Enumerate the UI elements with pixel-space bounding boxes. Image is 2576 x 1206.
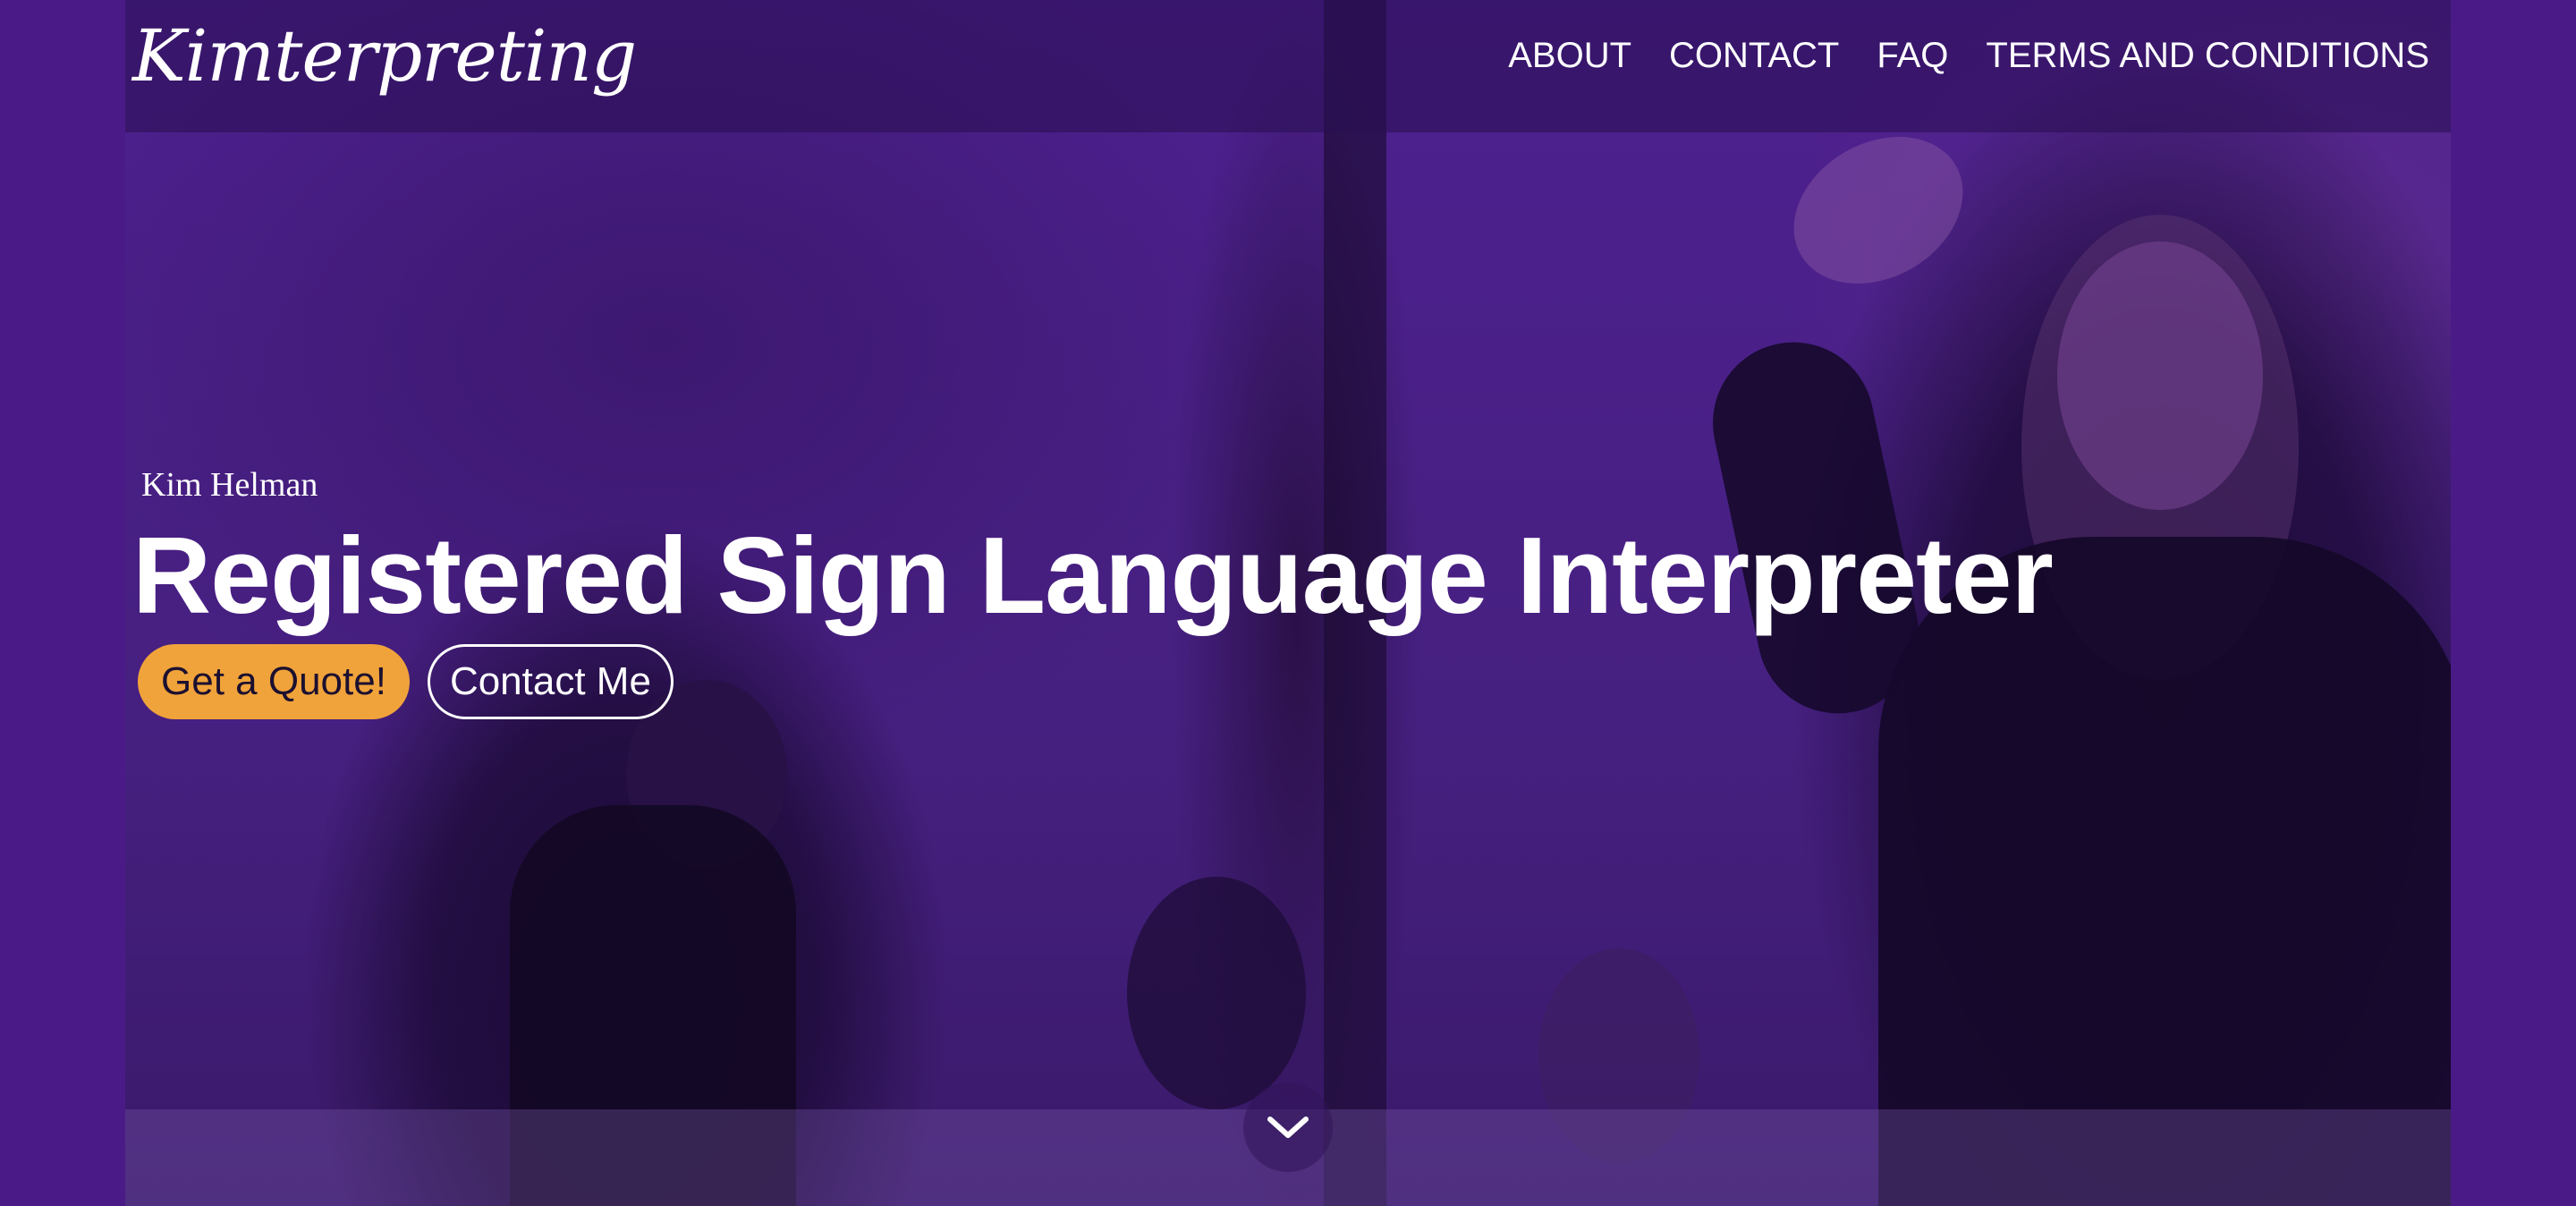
hero-subtitle: Kim Helman (141, 466, 318, 504)
nav-link-contact[interactable]: CONTACT (1669, 36, 1839, 76)
chevron-down-icon (1267, 1117, 1309, 1138)
hero-headline: Registered Sign Language Interpreter (132, 514, 2054, 636)
hero-content: Kim Helman Registered Sign Language Inte… (132, 465, 2054, 720)
cta-row: Get a Quote! Contact Me (138, 644, 2053, 720)
get-quote-button[interactable]: Get a Quote! (138, 644, 410, 720)
interpreter-figure-head (2057, 242, 2263, 510)
scroll-down-button[interactable] (1243, 1083, 1333, 1172)
main-nav: ABOUT CONTACT FAQ TERMS AND CONDITIONS (1508, 36, 2429, 76)
contact-me-button[interactable]: Contact Me (427, 644, 674, 720)
top-navbar: Kimterpreting ABOUT CONTACT FAQ TERMS AN… (125, 0, 2451, 132)
nav-link-faq[interactable]: FAQ (1877, 36, 1948, 76)
nav-link-about[interactable]: ABOUT (1508, 36, 1631, 76)
nav-link-terms[interactable]: TERMS AND CONDITIONS (1986, 36, 2429, 76)
site-logo[interactable]: Kimterpreting (132, 14, 637, 98)
audience-figure (1127, 877, 1306, 1109)
interpreter-hand (1767, 107, 1990, 313)
